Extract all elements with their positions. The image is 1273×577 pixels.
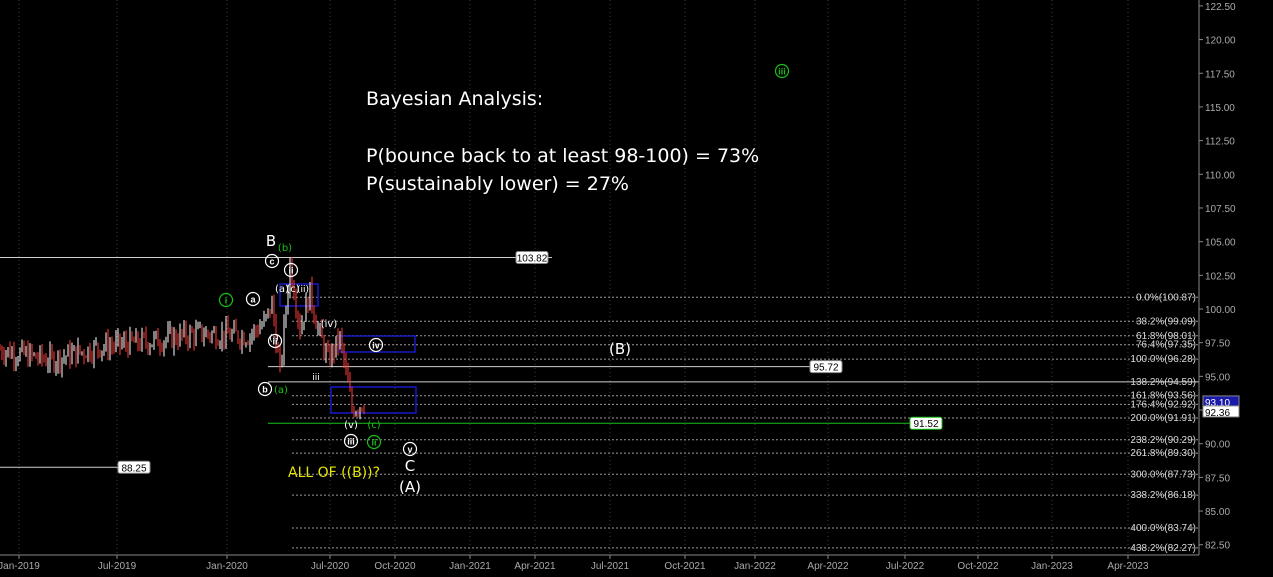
wave-ii-green: ii <box>371 438 376 448</box>
wave-iv-paren: (iv) <box>321 319 338 330</box>
time-tick-label: Jan-2020 <box>206 561 248 572</box>
fib-label: 176.4%(92.92) <box>1130 399 1196 410</box>
time-tick-label: Oct-2021 <box>664 561 706 572</box>
wave-C: C <box>405 457 415 475</box>
time-tick-label: Jul-2021 <box>591 561 630 572</box>
annotation-probability-bounce: P(bounce back to at least 98-100) = 73% <box>366 145 760 167</box>
fib-label: 300.0%(87.73) <box>1130 469 1196 480</box>
price-tick-label: 117.50 <box>1205 69 1235 80</box>
time-tick-label: Jan-2019 <box>0 561 40 572</box>
fib-label: 38.2%(99.09) <box>1136 316 1196 327</box>
time-tick-label: Jan-2022 <box>734 561 776 572</box>
price-tick-label: 102.50 <box>1205 271 1236 282</box>
annotation-question: ALL OF ((B))? <box>288 465 381 481</box>
fib-label: 238.2%(90.29) <box>1130 435 1196 446</box>
current-price-label: 92.36 <box>1205 408 1230 419</box>
wave-c: c <box>269 257 274 267</box>
time-tick-label: Oct-2022 <box>957 561 999 572</box>
wave-ii: ii <box>288 266 293 276</box>
level-label: 88.25 <box>121 463 146 474</box>
time-tick-label: Jul-2019 <box>98 561 137 572</box>
fib-label: 400.0%(83.74) <box>1130 523 1196 534</box>
fib-label: 100.0%(96.28) <box>1130 354 1196 365</box>
price-tick-label: 100.00 <box>1205 305 1236 316</box>
time-tick-label: Apr-2022 <box>807 561 849 572</box>
wave-B: B <box>266 232 276 250</box>
wave-a-green: (a) <box>274 385 288 396</box>
fib-label: 338.2%(86.18) <box>1130 490 1196 501</box>
time-tick-label: Jul-2020 <box>311 561 350 572</box>
level-label: 95.72 <box>813 363 838 374</box>
time-tick-label: Apr-2023 <box>1107 561 1149 572</box>
wave-iii-green-target: iii <box>778 67 786 77</box>
fib-label: 76.4%(97.35) <box>1136 340 1196 351</box>
fib-label: 438.2%(82.27) <box>1130 543 1196 554</box>
price-tick-label: 95.00 <box>1205 372 1230 383</box>
price-tick-label: 120.00 <box>1205 36 1236 47</box>
wave-ii-paren: (ii) <box>297 285 309 295</box>
time-tick-label: Apr-2021 <box>514 561 556 572</box>
price-tick-label: 97.50 <box>1205 339 1230 350</box>
fib-label: 200.0%(91.91) <box>1130 413 1196 424</box>
wave-iv: iv <box>372 341 380 351</box>
time-tick-label: Oct-2020 <box>374 561 416 572</box>
time-tick-label: Jan-2023 <box>1031 561 1073 572</box>
wave-B-paren: (B) <box>609 340 631 358</box>
price-tick-label: 112.50 <box>1205 137 1235 148</box>
level-label: 91.52 <box>913 419 938 430</box>
time-tick-label: Jul-2022 <box>886 561 925 572</box>
price-tick-label: 107.50 <box>1205 204 1236 215</box>
price-tick-label: 85.00 <box>1205 507 1230 518</box>
fib-label: 0.0%(100.87) <box>1136 292 1196 303</box>
price-tick-label: 87.50 <box>1205 473 1230 484</box>
wave-iii: iii <box>347 437 355 447</box>
price-tick-label: 115.00 <box>1205 103 1235 114</box>
price-tick-label: 82.50 <box>1205 541 1230 552</box>
annotation-probability-lower: P(sustainably lower) = 27% <box>366 173 629 195</box>
time-tick-label: Jan-2021 <box>449 561 491 572</box>
wave-b-green: (b) <box>278 243 292 254</box>
wave-b: b <box>262 385 268 395</box>
price-tick-label: 105.00 <box>1205 238 1236 249</box>
wave-v-paren: (v) <box>344 420 358 431</box>
chart-background <box>0 0 1273 577</box>
wave-A-paren: (A) <box>399 478 421 496</box>
wave-ii-low: ii <box>272 337 277 347</box>
fib-label: 261.8%(89.30) <box>1130 448 1196 459</box>
wave-iii-paren: iii <box>312 373 320 383</box>
price-tick-label: 122.50 <box>1205 2 1236 13</box>
annotation-title: Bayesian Analysis: <box>366 88 544 110</box>
price-tick-label: 110.00 <box>1205 170 1235 181</box>
wave-i-green: i <box>225 296 228 306</box>
wave-c-green: (c) <box>367 420 380 431</box>
fib-label: 138.2%(94.59) <box>1130 377 1196 388</box>
price-tick-label: 90.00 <box>1205 440 1230 451</box>
level-label: 103.82 <box>517 254 548 265</box>
price-chart: 0.0%(100.87)38.2%(99.09)61.8%(98.01)76.4… <box>0 0 1273 577</box>
wave-v: v <box>407 445 412 455</box>
